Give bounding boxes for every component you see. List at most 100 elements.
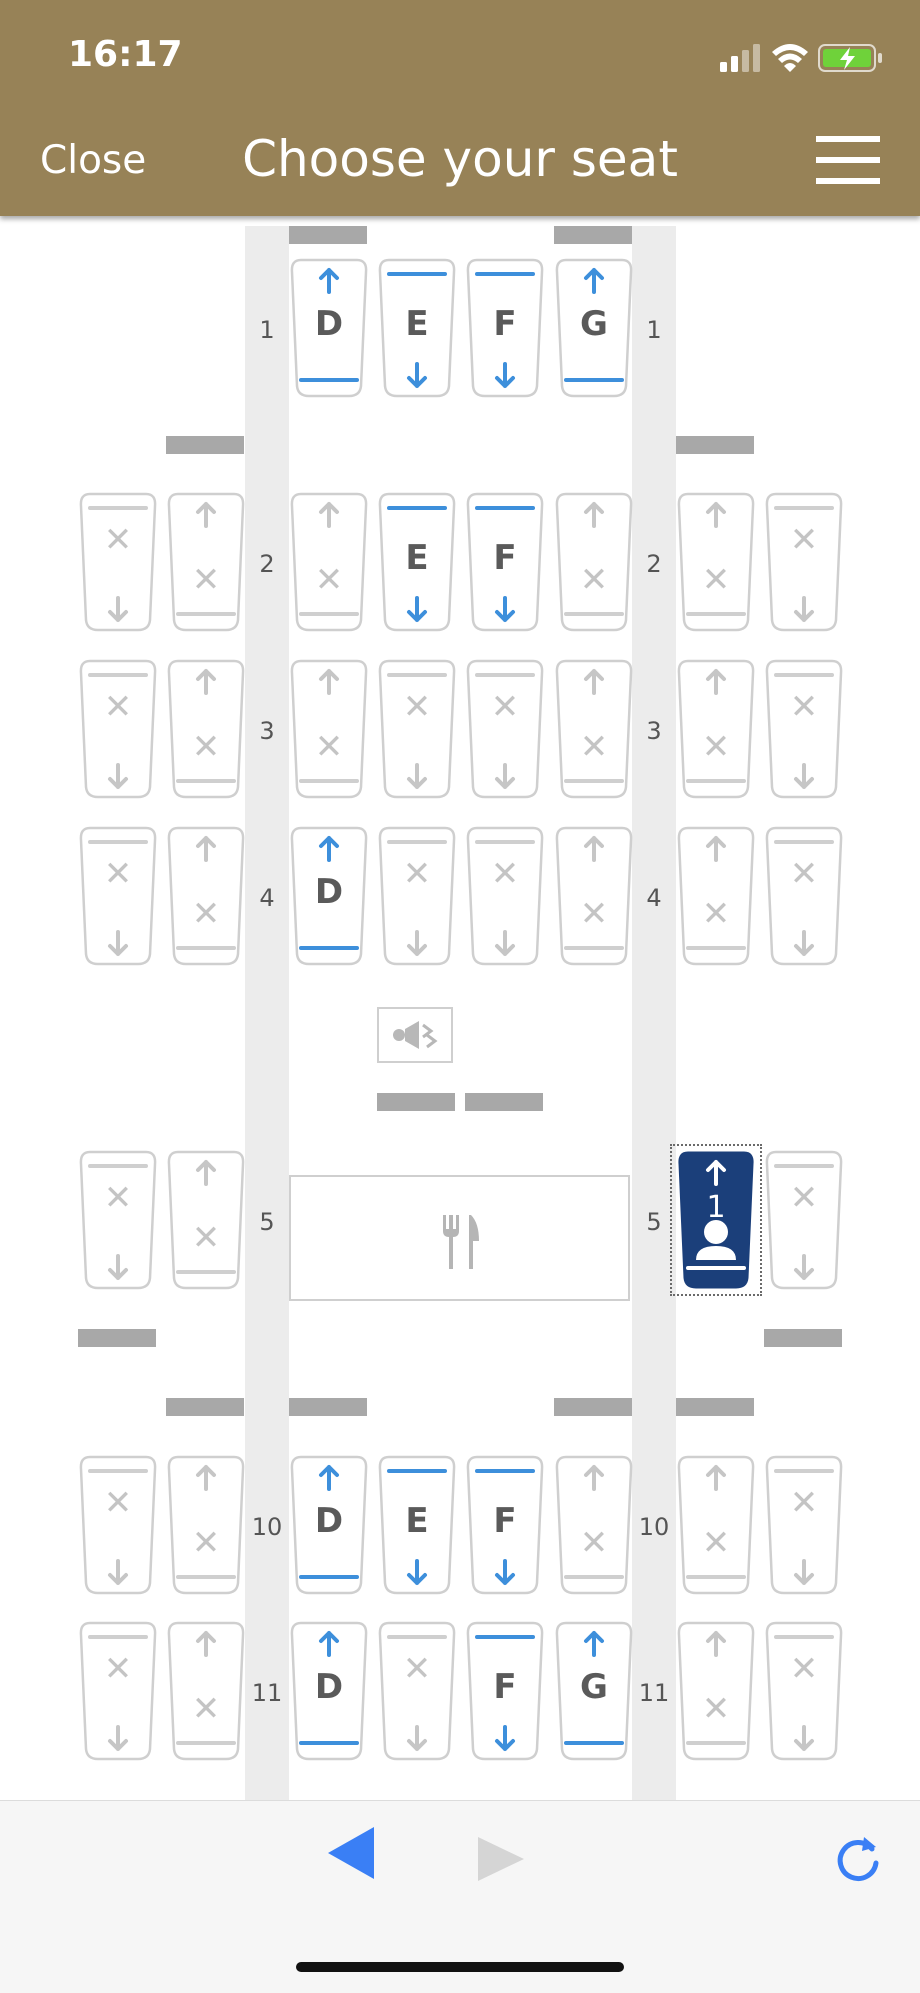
seat-4k: ✕ (764, 826, 844, 966)
seat-4f: ✕ (465, 826, 545, 966)
unavailable-x-icon: ✕ (103, 854, 133, 894)
exit-marker (554, 1398, 632, 1416)
seat-3k: ✕ (764, 659, 844, 799)
seat-11k: ✕ (764, 1621, 844, 1761)
row-number: 11 (251, 1679, 283, 1707)
fork-knife-icon (443, 1215, 479, 1269)
row-number: 10 (638, 1513, 670, 1541)
unavailable-x-icon: ✕ (789, 520, 819, 560)
seat-1g[interactable]: G (554, 258, 634, 398)
seat-11e: ✕ (377, 1621, 457, 1761)
unavailable-x-icon: ✕ (314, 727, 344, 767)
seat-5a: ✕ (78, 1150, 158, 1290)
seat-3a: ✕ (78, 659, 158, 799)
seat-2k: ✕ (764, 492, 844, 632)
seat-11a: ✕ (78, 1621, 158, 1761)
seat-11f[interactable]: F (465, 1621, 545, 1761)
unavailable-x-icon: ✕ (789, 854, 819, 894)
seat-11g[interactable]: G (554, 1621, 634, 1761)
row-number: 10 (251, 1513, 283, 1541)
unavailable-x-icon: ✕ (701, 727, 731, 767)
seat-letter: E (405, 538, 429, 578)
exit-marker (377, 1093, 455, 1111)
seat-10f[interactable]: F (465, 1455, 545, 1595)
seat-4e: ✕ (377, 826, 457, 966)
seat-1e[interactable]: E (377, 258, 457, 398)
seat-10b: ✕ (166, 1455, 246, 1595)
galley-area (289, 1175, 630, 1301)
row-number: 5 (259, 1208, 275, 1236)
unavailable-x-icon: ✕ (314, 560, 344, 600)
aisle-left (245, 226, 289, 1800)
triangle-left-icon[interactable] (326, 1825, 376, 1881)
unavailable-x-icon: ✕ (191, 894, 221, 934)
page-title: Choose your seat (242, 130, 678, 188)
seat-4g: ✕ (554, 826, 634, 966)
seat-letter: F (493, 1667, 517, 1707)
refresh-icon[interactable] (834, 1829, 884, 1887)
unavailable-x-icon: ✕ (579, 560, 609, 600)
app-header: 16:17 Close Choose your seat (0, 0, 920, 216)
unavailable-x-icon: ✕ (789, 1178, 819, 1218)
unavailable-x-icon: ✕ (701, 560, 731, 600)
seat-4a: ✕ (78, 826, 158, 966)
seat-10d[interactable]: D (289, 1455, 369, 1595)
exit-marker (289, 226, 367, 244)
seat-letter: D (314, 1667, 344, 1707)
exit-marker (78, 1329, 156, 1347)
seat-2a: ✕ (78, 492, 158, 632)
row-number: 3 (259, 717, 275, 745)
exit-marker (764, 1329, 842, 1347)
row-number: 4 (646, 884, 662, 912)
home-indicator (296, 1962, 624, 1972)
seat-letter: E (405, 304, 429, 344)
seat-10a: ✕ (78, 1455, 158, 1595)
unavailable-x-icon: ✕ (579, 727, 609, 767)
seat-3f: ✕ (465, 659, 545, 799)
seat-3e: ✕ (377, 659, 457, 799)
seat-letter: E (405, 1501, 429, 1541)
unavailable-x-icon: ✕ (103, 520, 133, 560)
seat-10g: ✕ (554, 1455, 634, 1595)
seat-4h: ✕ (676, 826, 756, 966)
unavailable-x-icon: ✕ (103, 1483, 133, 1523)
seat-map[interactable]: 1 1 D E F G 2 2 ✕ ✕ ✕ E F ✕ ✕ ✕ 3 3 ✕ ✕ ✕ ✕ ✕ ✕ ✕ ✕ 4 4 ✕ ✕ D ✕ ✕ ✕ ✕ ✕ 5 5 ✕ ✕… (0, 216, 920, 1800)
seat-letter: D (314, 1501, 344, 1541)
wifi-icon (772, 44, 808, 72)
seat-letter: F (493, 538, 517, 578)
seat-3d: ✕ (289, 659, 369, 799)
seat-2e[interactable]: E (377, 492, 457, 632)
unavailable-x-icon: ✕ (402, 854, 432, 894)
seat-2b: ✕ (166, 492, 246, 632)
row-number: 11 (638, 1679, 670, 1707)
unavailable-x-icon: ✕ (789, 687, 819, 727)
seat-11d[interactable]: D (289, 1621, 369, 1761)
seat-2h: ✕ (676, 492, 756, 632)
seat-2f[interactable]: F (465, 492, 545, 632)
unavailable-x-icon: ✕ (402, 1649, 432, 1689)
triangle-right-icon[interactable] (476, 1835, 526, 1883)
seat-3g: ✕ (554, 659, 634, 799)
unavailable-x-icon: ✕ (701, 894, 731, 934)
row-number: 1 (259, 316, 275, 344)
seat-11h: ✕ (676, 1621, 756, 1761)
aisle-right (632, 226, 676, 1800)
unavailable-x-icon: ✕ (103, 687, 133, 727)
seat-1d[interactable]: D (289, 258, 369, 398)
seat-1f[interactable]: F (465, 258, 545, 398)
seat-10e[interactable]: E (377, 1455, 457, 1595)
selected-seat-5h[interactable]: 1 (670, 1144, 762, 1296)
battery-charging-icon (818, 44, 882, 72)
seat-2g: ✕ (554, 492, 634, 632)
baby-changing-icon (377, 1007, 453, 1063)
hamburger-menu-icon[interactable] (816, 136, 880, 190)
seat-5k: ✕ (764, 1150, 844, 1290)
seat-10k: ✕ (764, 1455, 844, 1595)
unavailable-x-icon: ✕ (103, 1178, 133, 1218)
row-number: 3 (646, 717, 662, 745)
unavailable-x-icon: ✕ (701, 1689, 731, 1729)
seat-3b: ✕ (166, 659, 246, 799)
seat-4d[interactable]: D (289, 826, 369, 966)
row-number: 1 (646, 316, 662, 344)
seat-10h: ✕ (676, 1455, 756, 1595)
